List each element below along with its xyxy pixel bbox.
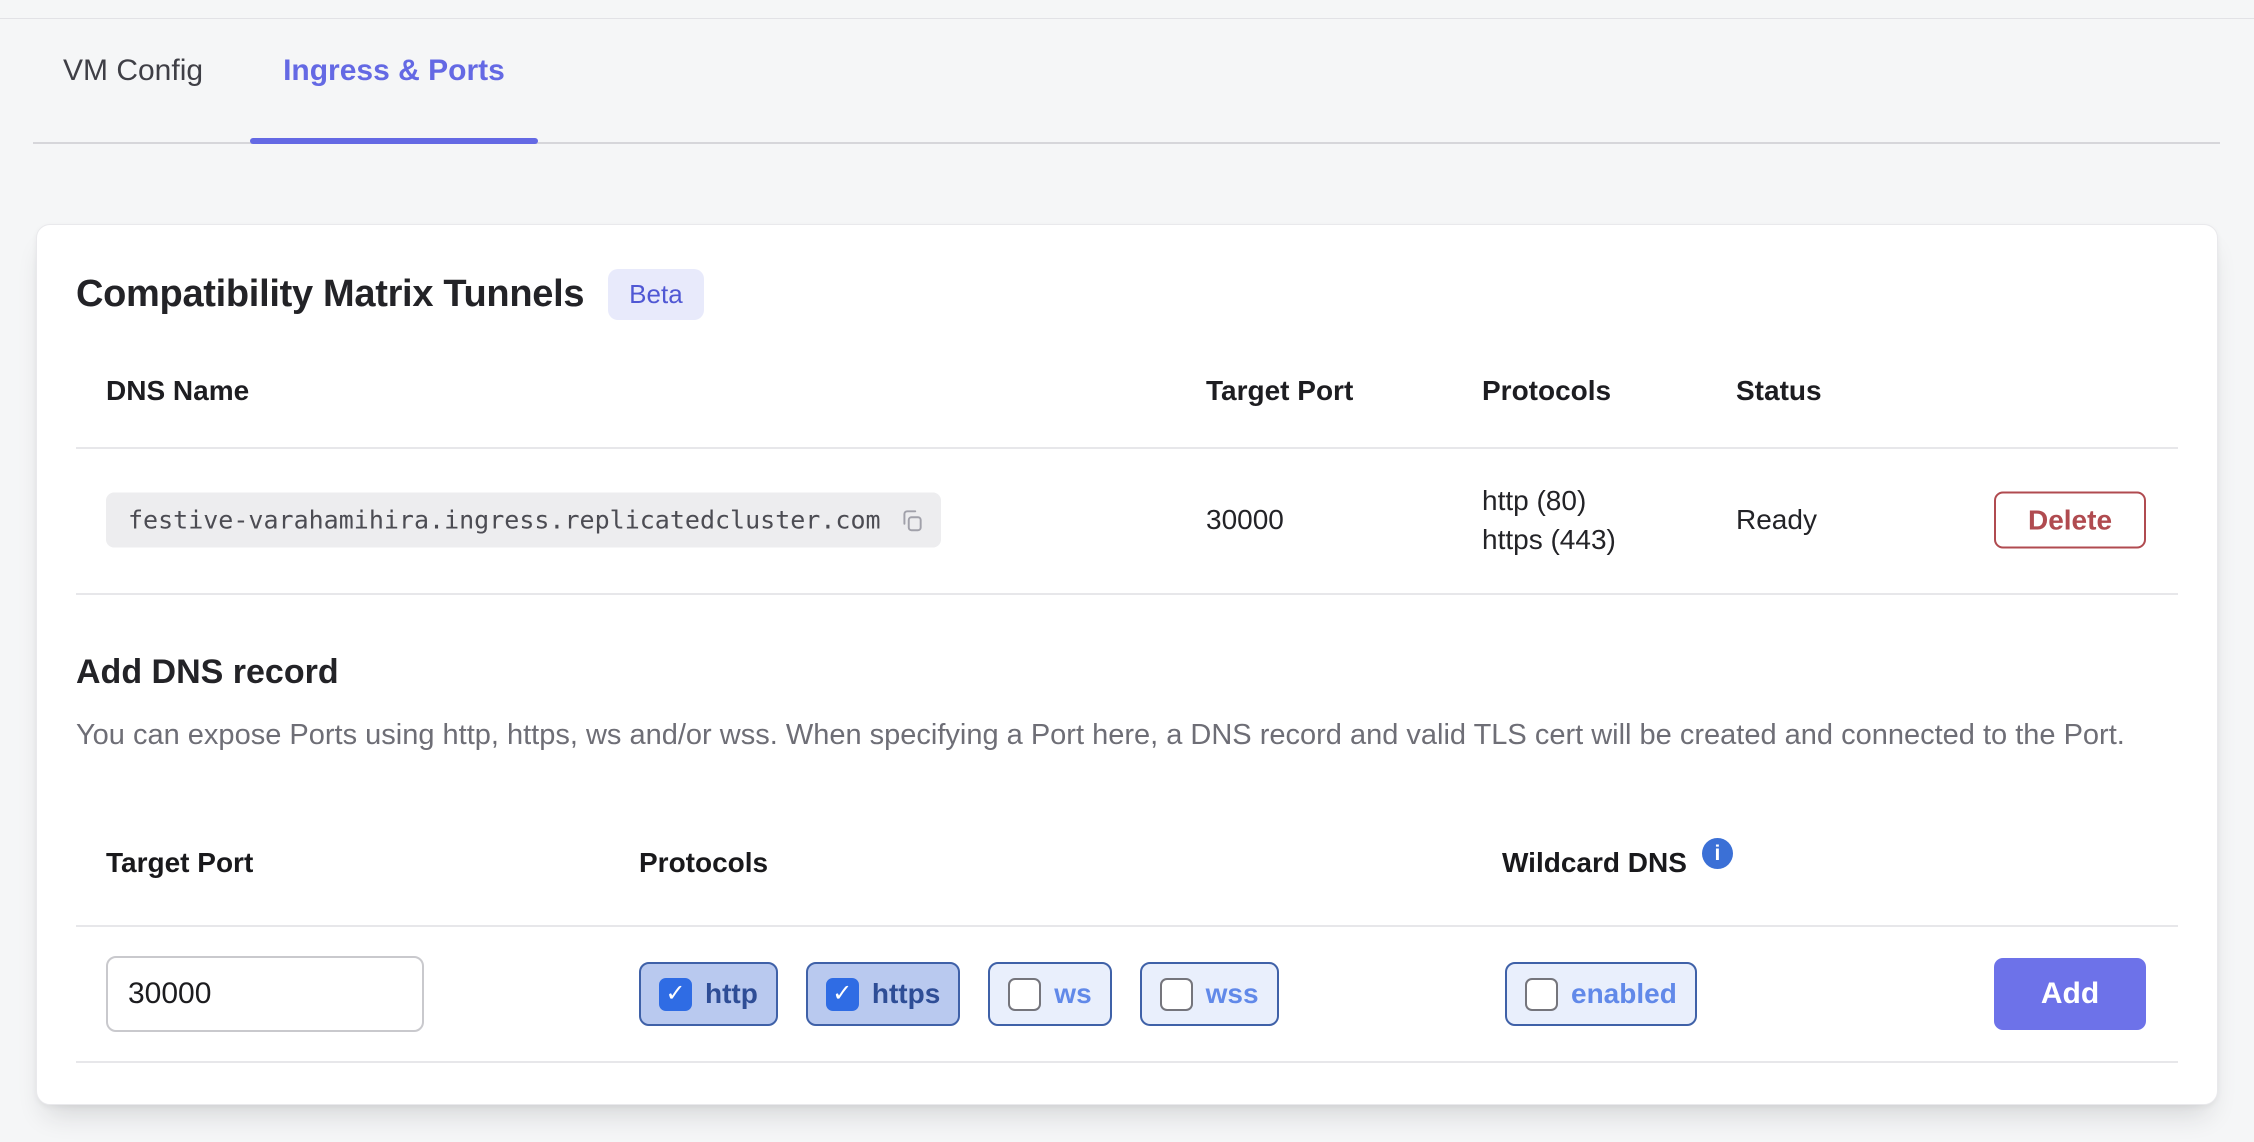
target-port-label: Target Port — [106, 847, 253, 879]
add-dns-heading: Add DNS record — [76, 653, 339, 692]
http-checkbox-label: http — [705, 978, 758, 1010]
protocol-checkbox-wss[interactable]: wss — [1140, 962, 1279, 1026]
wildcard-dns-label: Wildcard DNS — [1502, 847, 1687, 879]
dns-name-chip: festive-varahamihira.ingress.replicatedc… — [106, 493, 941, 548]
form-bottom-divider — [76, 1061, 2178, 1063]
tab-bar: VM Config Ingress & Ports — [33, 0, 2220, 144]
wildcard-enabled-checkbox[interactable]: enabled — [1505, 962, 1697, 1026]
ws-checkbox-label: ws — [1054, 978, 1091, 1010]
dns-name-cell: festive-varahamihira.ingress.replicatedc… — [106, 493, 941, 548]
wildcard-dns-label-group: Wildcard DNS i — [1502, 847, 1733, 879]
enabled-checkbox-label: enabled — [1571, 978, 1677, 1010]
protocol-line-https: https (443) — [1482, 520, 1616, 559]
tab-vm-config[interactable]: VM Config — [63, 0, 203, 142]
status-cell: Ready — [1736, 504, 1817, 536]
protocol-checkbox-ws[interactable]: ws — [988, 962, 1111, 1026]
copy-icon[interactable] — [899, 507, 925, 533]
protocol-checkbox-http[interactable]: http — [639, 962, 778, 1026]
enabled-checkbox-box — [1525, 978, 1558, 1011]
col-header-dns-name: DNS Name — [106, 375, 249, 407]
protocols-cell: http (80) https (443) — [1482, 481, 1616, 559]
wss-checkbox-box — [1160, 978, 1193, 1011]
add-button[interactable]: Add — [1994, 958, 2146, 1030]
form-labels-row: Target Port Protocols Wildcard DNS i — [37, 847, 2217, 887]
protocols-label: Protocols — [639, 847, 768, 879]
https-checkbox-box — [826, 978, 859, 1011]
http-checkbox-box — [659, 978, 692, 1011]
ws-checkbox-box — [1008, 978, 1041, 1011]
target-port-cell: 30000 — [1206, 504, 1284, 536]
tunnels-panel: Compatibility Matrix Tunnels Beta DNS Na… — [36, 224, 2218, 1105]
dns-name-value: festive-varahamihira.ingress.replicatedc… — [128, 506, 881, 535]
add-dns-form-row: http https ws wss enabled Add — [37, 925, 2217, 1063]
table-row: festive-varahamihira.ingress.replicatedc… — [37, 447, 2217, 593]
col-header-target-port: Target Port — [1206, 375, 1353, 407]
protocol-line-http: http (80) — [1482, 481, 1616, 520]
table-header-row: DNS Name Target Port Protocols Status — [37, 375, 2217, 415]
panel-header: Compatibility Matrix Tunnels Beta — [76, 269, 704, 320]
delete-button[interactable]: Delete — [1994, 492, 2146, 549]
table-row-divider — [76, 593, 2178, 595]
add-dns-description: You can expose Ports using http, https, … — [76, 715, 2156, 755]
protocol-pills: http https ws wss — [639, 962, 1279, 1026]
col-header-status: Status — [1736, 375, 1822, 407]
wss-checkbox-label: wss — [1206, 978, 1259, 1010]
protocol-checkbox-https[interactable]: https — [806, 962, 960, 1026]
panel-title: Compatibility Matrix Tunnels — [76, 273, 584, 316]
beta-badge: Beta — [608, 269, 704, 320]
target-port-input[interactable] — [106, 956, 424, 1032]
tab-ingress-ports[interactable]: Ingress & Ports — [283, 0, 505, 142]
info-icon[interactable]: i — [1702, 838, 1733, 869]
col-header-protocols: Protocols — [1482, 375, 1611, 407]
https-checkbox-label: https — [872, 978, 940, 1010]
